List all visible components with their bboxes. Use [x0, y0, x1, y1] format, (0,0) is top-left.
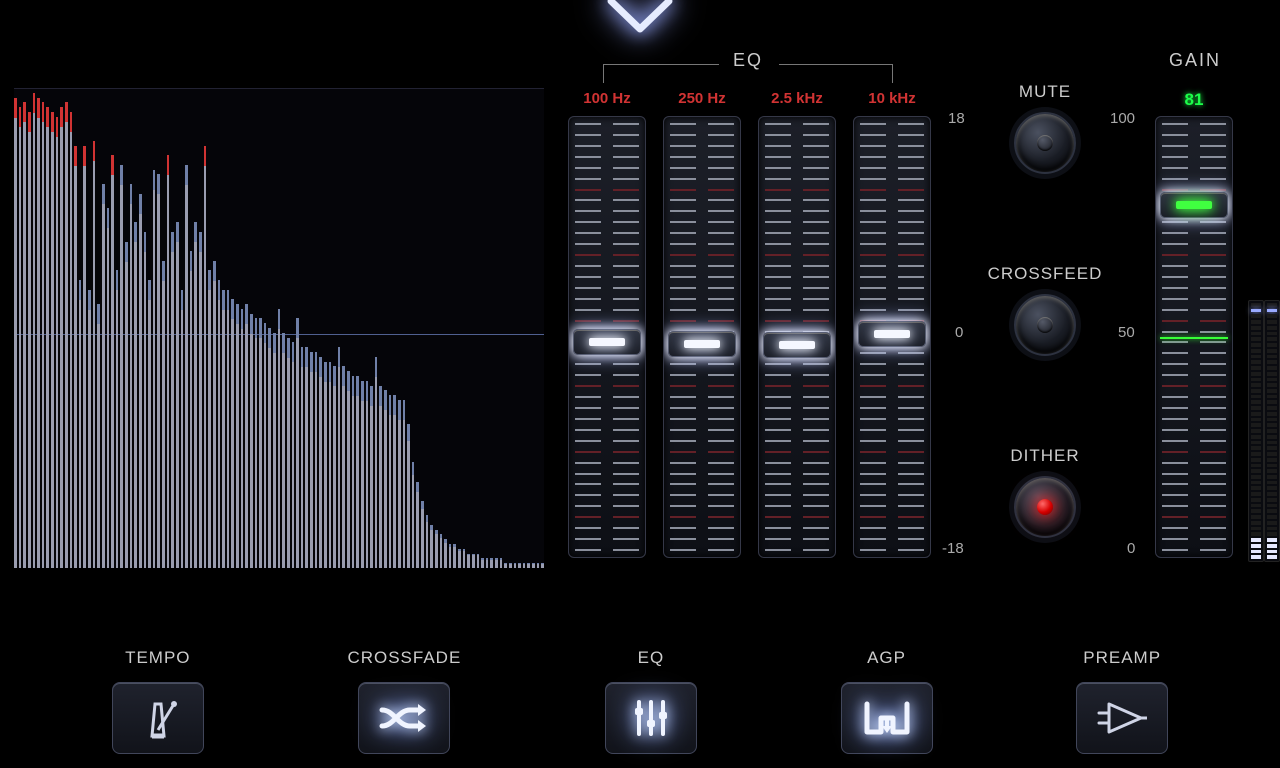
- tempo-group: TEMPO: [112, 648, 204, 754]
- eq-slider-col-0: 100 Hz: [565, 90, 649, 558]
- crossfeed-knob-group: CROSSFEED: [975, 264, 1115, 356]
- eq-scale-top: 18: [948, 110, 965, 127]
- preamp-group: PREAMP: [1076, 648, 1168, 754]
- mute-knob-group: MUTE: [975, 82, 1115, 174]
- crossfade-label: CROSSFADE: [347, 648, 461, 668]
- shuffle-icon: [376, 698, 432, 738]
- eq-button[interactable]: [605, 682, 697, 754]
- dither-label: DITHER: [1010, 446, 1079, 466]
- eq-group: EQ: [605, 648, 697, 754]
- level-meter-left: [1248, 300, 1264, 562]
- eq-slider-3[interactable]: [853, 116, 931, 558]
- eq-freq-label: 2.5 kHz: [771, 90, 823, 110]
- bottom-toolbar: TEMPO CROSSFADE EQ: [0, 648, 1280, 754]
- gain-value: 81: [1185, 90, 1204, 110]
- crossfeed-knob[interactable]: [1014, 294, 1076, 356]
- dither-knob-group: DITHER: [975, 446, 1115, 538]
- level-meter-right: [1264, 300, 1280, 562]
- preamp-button[interactable]: [1076, 682, 1168, 754]
- tempo-label: TEMPO: [125, 648, 190, 668]
- eq-freq-label: 250 Hz: [678, 90, 726, 110]
- eq-freq-label: 10 kHz: [868, 90, 916, 110]
- eq-freq-label: 100 Hz: [583, 90, 631, 110]
- gain-scale-top: 100: [1110, 110, 1135, 127]
- crossfade-group: CROSSFADE: [347, 648, 461, 754]
- gain-section-label: GAIN: [1150, 50, 1240, 71]
- eq-scale-mid: 0: [955, 324, 963, 341]
- agp-label: AGP: [867, 648, 906, 668]
- crossfade-button[interactable]: [358, 682, 450, 754]
- gain-scale-bot: 0: [1127, 540, 1135, 557]
- gain-slider-col: 81: [1152, 90, 1236, 558]
- eq-scale-bot: -18: [942, 540, 964, 557]
- mute-knob[interactable]: [1014, 112, 1076, 174]
- preamp-label: PREAMP: [1083, 648, 1161, 668]
- eq-button-label: EQ: [638, 648, 665, 668]
- eq-slider-col-3: 10 kHz: [850, 90, 934, 558]
- eq-slider-col-1: 250 Hz: [660, 90, 744, 558]
- agp-icon: [863, 696, 911, 740]
- tempo-button[interactable]: [112, 682, 204, 754]
- crossfeed-label: CROSSFEED: [988, 264, 1103, 284]
- eq-slider-2[interactable]: [758, 116, 836, 558]
- amp-icon: [1097, 698, 1147, 738]
- sliders-icon: [629, 696, 673, 740]
- mute-label: MUTE: [1019, 82, 1071, 102]
- dither-knob[interactable]: [1014, 476, 1076, 538]
- spectrum-analyzer: [14, 88, 544, 568]
- metronome-icon: [134, 696, 182, 740]
- agp-button[interactable]: [841, 682, 933, 754]
- gain-scale-mid: 50: [1118, 324, 1135, 341]
- gain-slider[interactable]: [1155, 116, 1233, 558]
- agp-group: AGP: [841, 648, 933, 754]
- eq-slider-col-2: 2.5 kHz: [755, 90, 839, 558]
- eq-section-label: EQ: [563, 50, 933, 71]
- eq-slider-0[interactable]: [568, 116, 646, 558]
- eq-slider-1[interactable]: [663, 116, 741, 558]
- collapse-arrow[interactable]: [605, 0, 675, 37]
